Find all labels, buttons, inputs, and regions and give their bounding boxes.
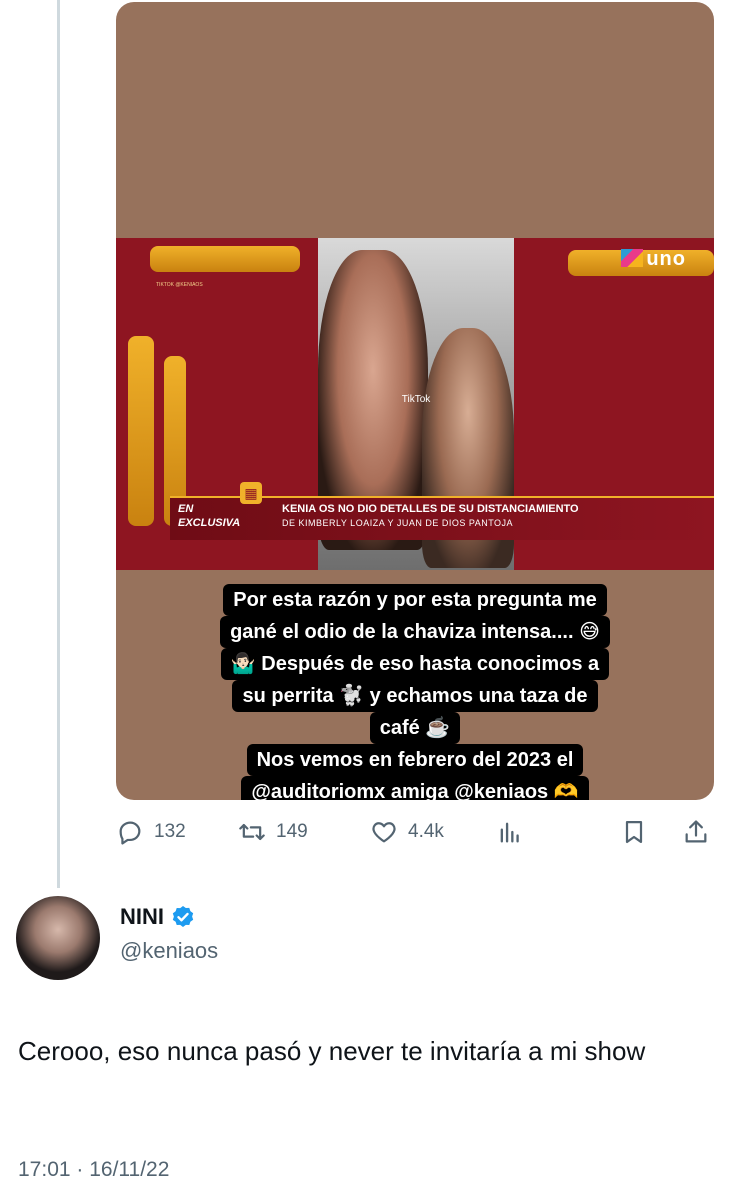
caption-line: Por esta razón y por esta pregunta me — [223, 584, 607, 616]
bookmark-icon — [625, 820, 643, 844]
tiktok-source-tag: TIKTOK @KENIAOS — [156, 282, 203, 288]
caption-line: Nos vemos en febrero del 2023 el — [246, 744, 584, 776]
retweet-count: 149 — [276, 821, 308, 842]
decor-stripe — [128, 336, 154, 526]
views-button[interactable] — [496, 818, 524, 846]
author-display-name[interactable]: NINI — [120, 904, 164, 930]
story-caption: Por esta razón y por esta pregunta me ga… — [116, 584, 714, 800]
reply-count: 132 — [154, 821, 186, 842]
analytics-icon — [500, 822, 519, 843]
caption-line: café ☕️ — [369, 712, 461, 744]
channel-logo: uno — [621, 248, 686, 271]
tv-screenshot: TIKTOK @KENIAOS TikTok uno ▦ EN EXCLUSIV… — [116, 238, 714, 570]
share-icon — [685, 820, 707, 843]
caption-line: su perrita 🐩 y echamos una taza de — [232, 680, 598, 712]
heart-icon — [372, 822, 396, 843]
news-icon: ▦ — [240, 482, 262, 504]
retweet-button[interactable]: 149 — [238, 818, 308, 846]
caption-line: @auditoriomx amiga @keniaos 🫶 — [241, 776, 589, 800]
decor-stripe — [150, 246, 300, 272]
reply-icon — [119, 821, 141, 845]
author-handle[interactable]: @keniaos — [120, 938, 218, 964]
news-banner: ▦ EN EXCLUSIVA KENIA OS NO DIO DETALLES … — [170, 482, 714, 540]
caption-line: gané el odio de la chaviza intensa.... 😅 — [220, 616, 610, 648]
tiktok-watermark: TikTok — [401, 394, 431, 405]
share-button[interactable] — [682, 818, 710, 846]
retweet-icon — [239, 823, 265, 841]
exclusive-badge: EN EXCLUSIVA — [178, 503, 241, 529]
thread-connector-line — [57, 0, 60, 888]
author-name-row[interactable]: NINI — [120, 904, 196, 930]
bookmark-button[interactable] — [620, 818, 648, 846]
avatar[interactable] — [16, 896, 100, 980]
news-subheadline: DE KIMBERLY LOAIZA Y JUAN DE DIOS PANTOJ… — [282, 518, 514, 528]
like-count: 4.4k — [408, 821, 444, 842]
tweet-text: Cerooo, eso nunca pasó y never te invita… — [18, 1036, 646, 1066]
tweet-media-image[interactable]: TIKTOK @KENIAOS TikTok uno ▦ EN EXCLUSIV… — [116, 2, 714, 800]
like-button[interactable]: 4.4k — [370, 818, 444, 846]
tweet-action-bar: 132 149 4.4k — [116, 812, 716, 852]
tweet-timestamp[interactable]: 17:01 · 16/11/22 — [18, 1158, 169, 1182]
news-headline: KENIA OS NO DIO DETALLES DE SU DISTANCIA… — [282, 503, 579, 515]
channel-logo-icon — [621, 249, 644, 267]
reply-button[interactable]: 132 — [116, 818, 186, 846]
verified-badge-icon — [172, 905, 194, 927]
caption-line: 🤷🏻‍♂️ Después de eso hasta conocimos a — [220, 648, 610, 680]
